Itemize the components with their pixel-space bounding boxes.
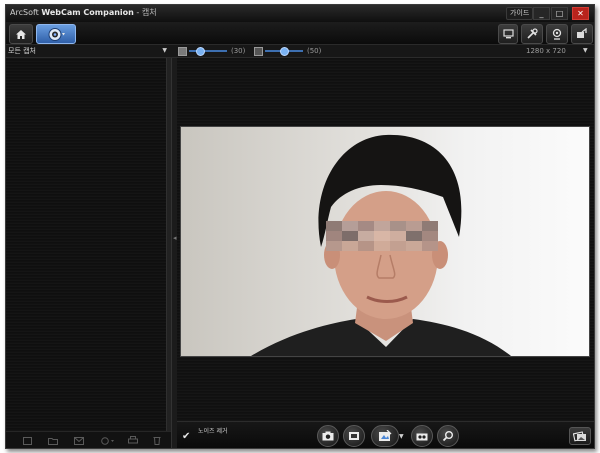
collapse-arrow-icon[interactable]: ◂ bbox=[173, 234, 177, 242]
folder-dropdown[interactable]: 모든 캡처 ▼ bbox=[8, 45, 170, 57]
title-brand: ArcSoft bbox=[10, 8, 39, 17]
minimize-button[interactable]: _ bbox=[533, 7, 550, 20]
burst-capture-icon bbox=[416, 433, 428, 441]
capture-actions-bar bbox=[6, 431, 171, 448]
video-record-icon bbox=[349, 432, 359, 440]
window-title: ArcSoft WebCam Companion - 캡처 bbox=[10, 7, 157, 18]
webcam-icon bbox=[48, 27, 65, 41]
tools-icon bbox=[527, 28, 538, 39]
share-button[interactable] bbox=[571, 24, 593, 44]
burst-capture-button[interactable] bbox=[411, 425, 433, 447]
zoom-icon bbox=[442, 431, 453, 442]
display-settings-button[interactable] bbox=[498, 24, 518, 44]
webcam-feed-image bbox=[181, 127, 589, 356]
resolution-chevron-icon[interactable]: ▼ bbox=[583, 45, 588, 57]
brightness-slider-handle[interactable] bbox=[196, 47, 206, 56]
chevron-down-icon: ▼ bbox=[162, 47, 167, 54]
resolution-select[interactable]: 1280 x 720 bbox=[526, 45, 566, 57]
webcam-preview bbox=[180, 126, 590, 357]
capture-controls-bar: ✔ 노이즈 제거 ▼ bbox=[177, 421, 594, 448]
capture-list-panel bbox=[6, 58, 166, 431]
title-page-name: 캡처 bbox=[141, 8, 157, 17]
webcam-settings-button[interactable] bbox=[546, 24, 568, 44]
tools-button[interactable] bbox=[521, 24, 543, 44]
print-icon bbox=[128, 436, 138, 444]
gallery-button[interactable] bbox=[569, 427, 591, 445]
title-separator: - bbox=[136, 8, 140, 17]
brightness-value: (30) bbox=[231, 47, 246, 55]
camera-snapshot-icon bbox=[322, 431, 334, 441]
title-bar: ArcSoft WebCam Companion - 캡처 가이드 _ □ ✕ bbox=[6, 5, 594, 21]
tab-capture[interactable] bbox=[36, 24, 76, 44]
upload-icon bbox=[22, 436, 32, 445]
main-toolbar bbox=[6, 22, 594, 45]
folder-dropdown-label: 모든 캡처 bbox=[8, 47, 36, 55]
share-icon bbox=[577, 28, 587, 38]
contrast-slider-handle[interactable] bbox=[280, 47, 289, 56]
upload-button[interactable] bbox=[22, 436, 32, 445]
brightness-slider-track[interactable] bbox=[189, 50, 227, 52]
print-button[interactable] bbox=[128, 436, 138, 445]
close-button[interactable]: ✕ bbox=[572, 7, 589, 20]
contrast-value: (50) bbox=[307, 47, 322, 55]
folder-icon bbox=[48, 437, 58, 445]
gallery-icon bbox=[573, 430, 586, 441]
maximize-button[interactable]: □ bbox=[551, 7, 568, 20]
email-button[interactable] bbox=[74, 436, 84, 445]
contrast-icon bbox=[254, 47, 263, 56]
help-button[interactable]: 가이드 bbox=[506, 7, 534, 20]
app-window: ArcSoft WebCam Companion - 캡처 가이드 _ □ ✕ bbox=[5, 4, 595, 449]
remove-noise-label: 노이즈 제거 bbox=[198, 428, 228, 435]
snapshot-button[interactable] bbox=[317, 425, 339, 447]
brightness-icon bbox=[178, 47, 187, 56]
share-icon bbox=[101, 436, 114, 445]
display-settings-icon bbox=[502, 29, 514, 39]
delete-button[interactable] bbox=[152, 436, 162, 445]
title-product: WebCam Companion bbox=[41, 8, 134, 17]
home-button[interactable] bbox=[9, 24, 33, 44]
effects-icon bbox=[379, 430, 392, 441]
delete-icon bbox=[153, 437, 161, 445]
options-bar: 모든 캡처 ▼ (30) (50) 1280 x 720 ▼ bbox=[6, 45, 594, 58]
video-record-button[interactable] bbox=[343, 425, 365, 447]
email-icon bbox=[74, 436, 84, 445]
open-folder-button[interactable] bbox=[48, 436, 58, 445]
zoom-button[interactable] bbox=[437, 425, 459, 447]
home-icon bbox=[16, 29, 26, 39]
remove-noise-checkbox[interactable]: ✔ bbox=[182, 431, 190, 442]
share-menu-button[interactable] bbox=[100, 436, 116, 445]
webcam-settings-icon bbox=[552, 28, 562, 40]
effects-button[interactable] bbox=[371, 425, 399, 447]
effects-chevron-icon[interactable]: ▼ bbox=[399, 433, 404, 440]
